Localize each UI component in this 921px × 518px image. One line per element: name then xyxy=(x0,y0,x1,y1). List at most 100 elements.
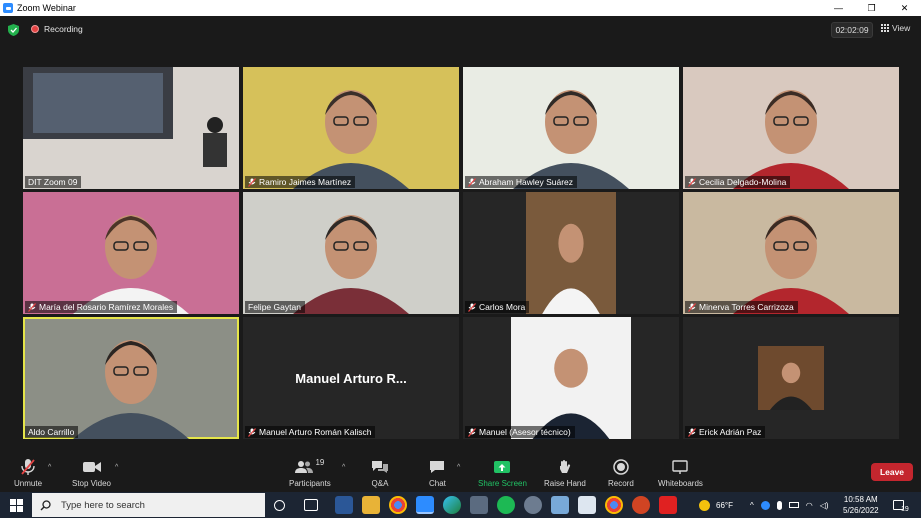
chat-icon xyxy=(429,457,445,477)
minimize-button[interactable]: — xyxy=(822,0,855,16)
acrobat-app-icon[interactable] xyxy=(659,496,677,514)
app-icon-8[interactable] xyxy=(524,496,542,514)
word-app-icon[interactable] xyxy=(335,496,353,514)
stop-video-label: Stop Video xyxy=(72,479,111,488)
chat-label: Chat xyxy=(429,479,446,488)
chat-options-chevron-icon[interactable]: ^ xyxy=(457,464,460,471)
file-explorer-icon[interactable] xyxy=(362,496,380,514)
microphone-muted-icon xyxy=(688,177,696,187)
spotify-app-icon[interactable] xyxy=(497,496,515,514)
notification-center[interactable]: 19 xyxy=(893,492,909,518)
participant-name: Erick Adrián Paz xyxy=(699,427,762,437)
participant-video-tile[interactable]: Erick Adrián Paz xyxy=(683,317,899,439)
zoom-taskbar-icon[interactable] xyxy=(416,496,434,514)
raise-hand-button[interactable]: Raise Hand xyxy=(544,457,586,488)
microphone-tray-icon[interactable] xyxy=(776,500,782,510)
chrome-profile-icon[interactable] xyxy=(605,496,623,514)
participant-name-label: Aldo Carrillo xyxy=(25,426,79,438)
qa-icon xyxy=(371,457,389,477)
sun-icon xyxy=(699,499,710,511)
participant-video-feed xyxy=(513,90,629,189)
taskbar-clock[interactable]: 10:58 AM 5/26/2022 xyxy=(843,494,879,516)
record-button[interactable]: Record xyxy=(608,457,634,488)
zoom-tray-icon[interactable] xyxy=(760,500,770,510)
participant-video-tile[interactable]: DIT Zoom 09 xyxy=(23,67,239,189)
window-titlebar: Zoom Webinar — ❐ ✕ xyxy=(0,0,921,16)
participant-video-feed xyxy=(733,215,849,314)
microphone-muted-icon xyxy=(248,427,256,437)
share-screen-button[interactable]: Share Screen xyxy=(478,457,527,488)
window-title: Zoom Webinar xyxy=(17,3,76,13)
participant-video-tile[interactable]: Aldo Carrillo xyxy=(23,317,239,439)
audio-options-chevron-icon[interactable]: ^ xyxy=(48,464,51,471)
app-icon-10[interactable] xyxy=(578,496,596,514)
microphone-muted-icon xyxy=(20,457,36,477)
participant-name-label: Abraham Hawley Suárez xyxy=(465,176,578,188)
participant-video-tile[interactable]: Manuel (Asesor técnico) xyxy=(463,317,679,439)
weather-widget[interactable]: 66°F xyxy=(699,492,733,518)
participant-name: Aldo Carrillo xyxy=(28,427,75,437)
qa-button[interactable]: Q&A xyxy=(371,457,389,488)
zoom-webinar-window: Zoom Webinar — ❐ ✕ Recording 02:02:09 Vi… xyxy=(0,0,921,518)
participant-name: Felipe Gaytan xyxy=(248,302,301,312)
unmute-button[interactable]: Unmute xyxy=(14,457,42,488)
participant-video-tile[interactable]: Minerva Torres Carrizoza xyxy=(683,192,899,314)
participant-name-label: Manuel (Asesor técnico) xyxy=(465,426,575,438)
participants-count: 19 xyxy=(315,457,325,467)
edge-app-icon[interactable] xyxy=(443,496,461,514)
participant-video-tile[interactable]: Carlos Mora xyxy=(463,192,679,314)
restore-button[interactable]: ❐ xyxy=(855,0,888,16)
participant-name: DIT Zoom 09 xyxy=(28,177,78,187)
windows-logo-icon xyxy=(9,498,23,512)
meeting-topbar: Recording 02:02:09 View xyxy=(0,16,921,44)
cortana-icon[interactable] xyxy=(274,500,285,511)
wifi-icon[interactable]: ◠ xyxy=(806,501,813,510)
search-placeholder: Type here to search xyxy=(61,499,145,511)
participants-button[interactable]: 19 Participants xyxy=(289,457,331,489)
system-tray: ^ ◠ ◁) xyxy=(750,492,829,518)
record-icon xyxy=(613,457,629,477)
powerpoint-app-icon[interactable] xyxy=(632,496,650,514)
security-shield-icon[interactable] xyxy=(8,24,19,36)
participant-video-tile[interactable]: María del Rosario Ramírez Morales xyxy=(23,192,239,314)
clock-date: 5/26/2022 xyxy=(843,506,879,515)
participant-video-tile[interactable]: Cecilia Delgado-Molina xyxy=(683,67,899,189)
battery-icon[interactable] xyxy=(788,502,799,508)
recording-indicator[interactable]: Recording xyxy=(31,24,83,34)
participant-video-feed xyxy=(526,192,616,314)
raise-hand-icon xyxy=(558,457,572,477)
participant-video-tile[interactable]: Ramiro Jaimes Martínez xyxy=(243,67,459,189)
participant-video-feed xyxy=(758,346,824,410)
participant-name: Carlos Mora xyxy=(479,302,526,312)
participant-video-feed xyxy=(733,90,849,189)
recording-label: Recording xyxy=(44,24,83,34)
task-view-icon[interactable] xyxy=(304,499,318,511)
whiteboards-button[interactable]: Whiteboards xyxy=(658,457,703,488)
participants-options-chevron-icon[interactable]: ^ xyxy=(342,464,345,471)
participant-video-feed xyxy=(293,215,409,314)
participant-video-feed xyxy=(511,317,631,439)
participant-video-tile[interactable]: Felipe Gaytan xyxy=(243,192,459,314)
volume-icon[interactable]: ◁) xyxy=(820,501,829,510)
app-icon-9[interactable] xyxy=(551,496,569,514)
taskbar-search-box[interactable]: Type here to search xyxy=(32,493,265,517)
leave-button[interactable]: Leave xyxy=(871,463,913,481)
participant-video-tile[interactable]: Manuel Arturo R... Manuel Arturo Román Ka… xyxy=(243,317,459,439)
video-options-chevron-icon[interactable]: ^ xyxy=(115,464,118,471)
participant-display-name: Manuel Arturo R... xyxy=(295,371,407,386)
view-button[interactable]: View xyxy=(881,23,910,33)
stop-video-button[interactable]: Stop Video xyxy=(72,457,111,488)
tray-chevron-icon[interactable]: ^ xyxy=(750,501,754,510)
close-button[interactable]: ✕ xyxy=(888,0,921,16)
microphone-muted-icon xyxy=(688,427,696,437)
participant-video-tile[interactable]: Abraham Hawley Suárez xyxy=(463,67,679,189)
start-button[interactable] xyxy=(0,492,32,518)
camera-app-icon[interactable] xyxy=(470,496,488,514)
participant-name-label: Ramiro Jaimes Martínez xyxy=(245,176,356,188)
chat-button[interactable]: Chat xyxy=(429,457,446,488)
microphone-muted-icon xyxy=(468,302,476,312)
chrome-app-icon[interactable] xyxy=(389,496,407,514)
whiteboard-icon xyxy=(672,457,689,477)
clock-time: 10:58 AM xyxy=(843,495,878,504)
participant-video-feed xyxy=(73,340,189,439)
